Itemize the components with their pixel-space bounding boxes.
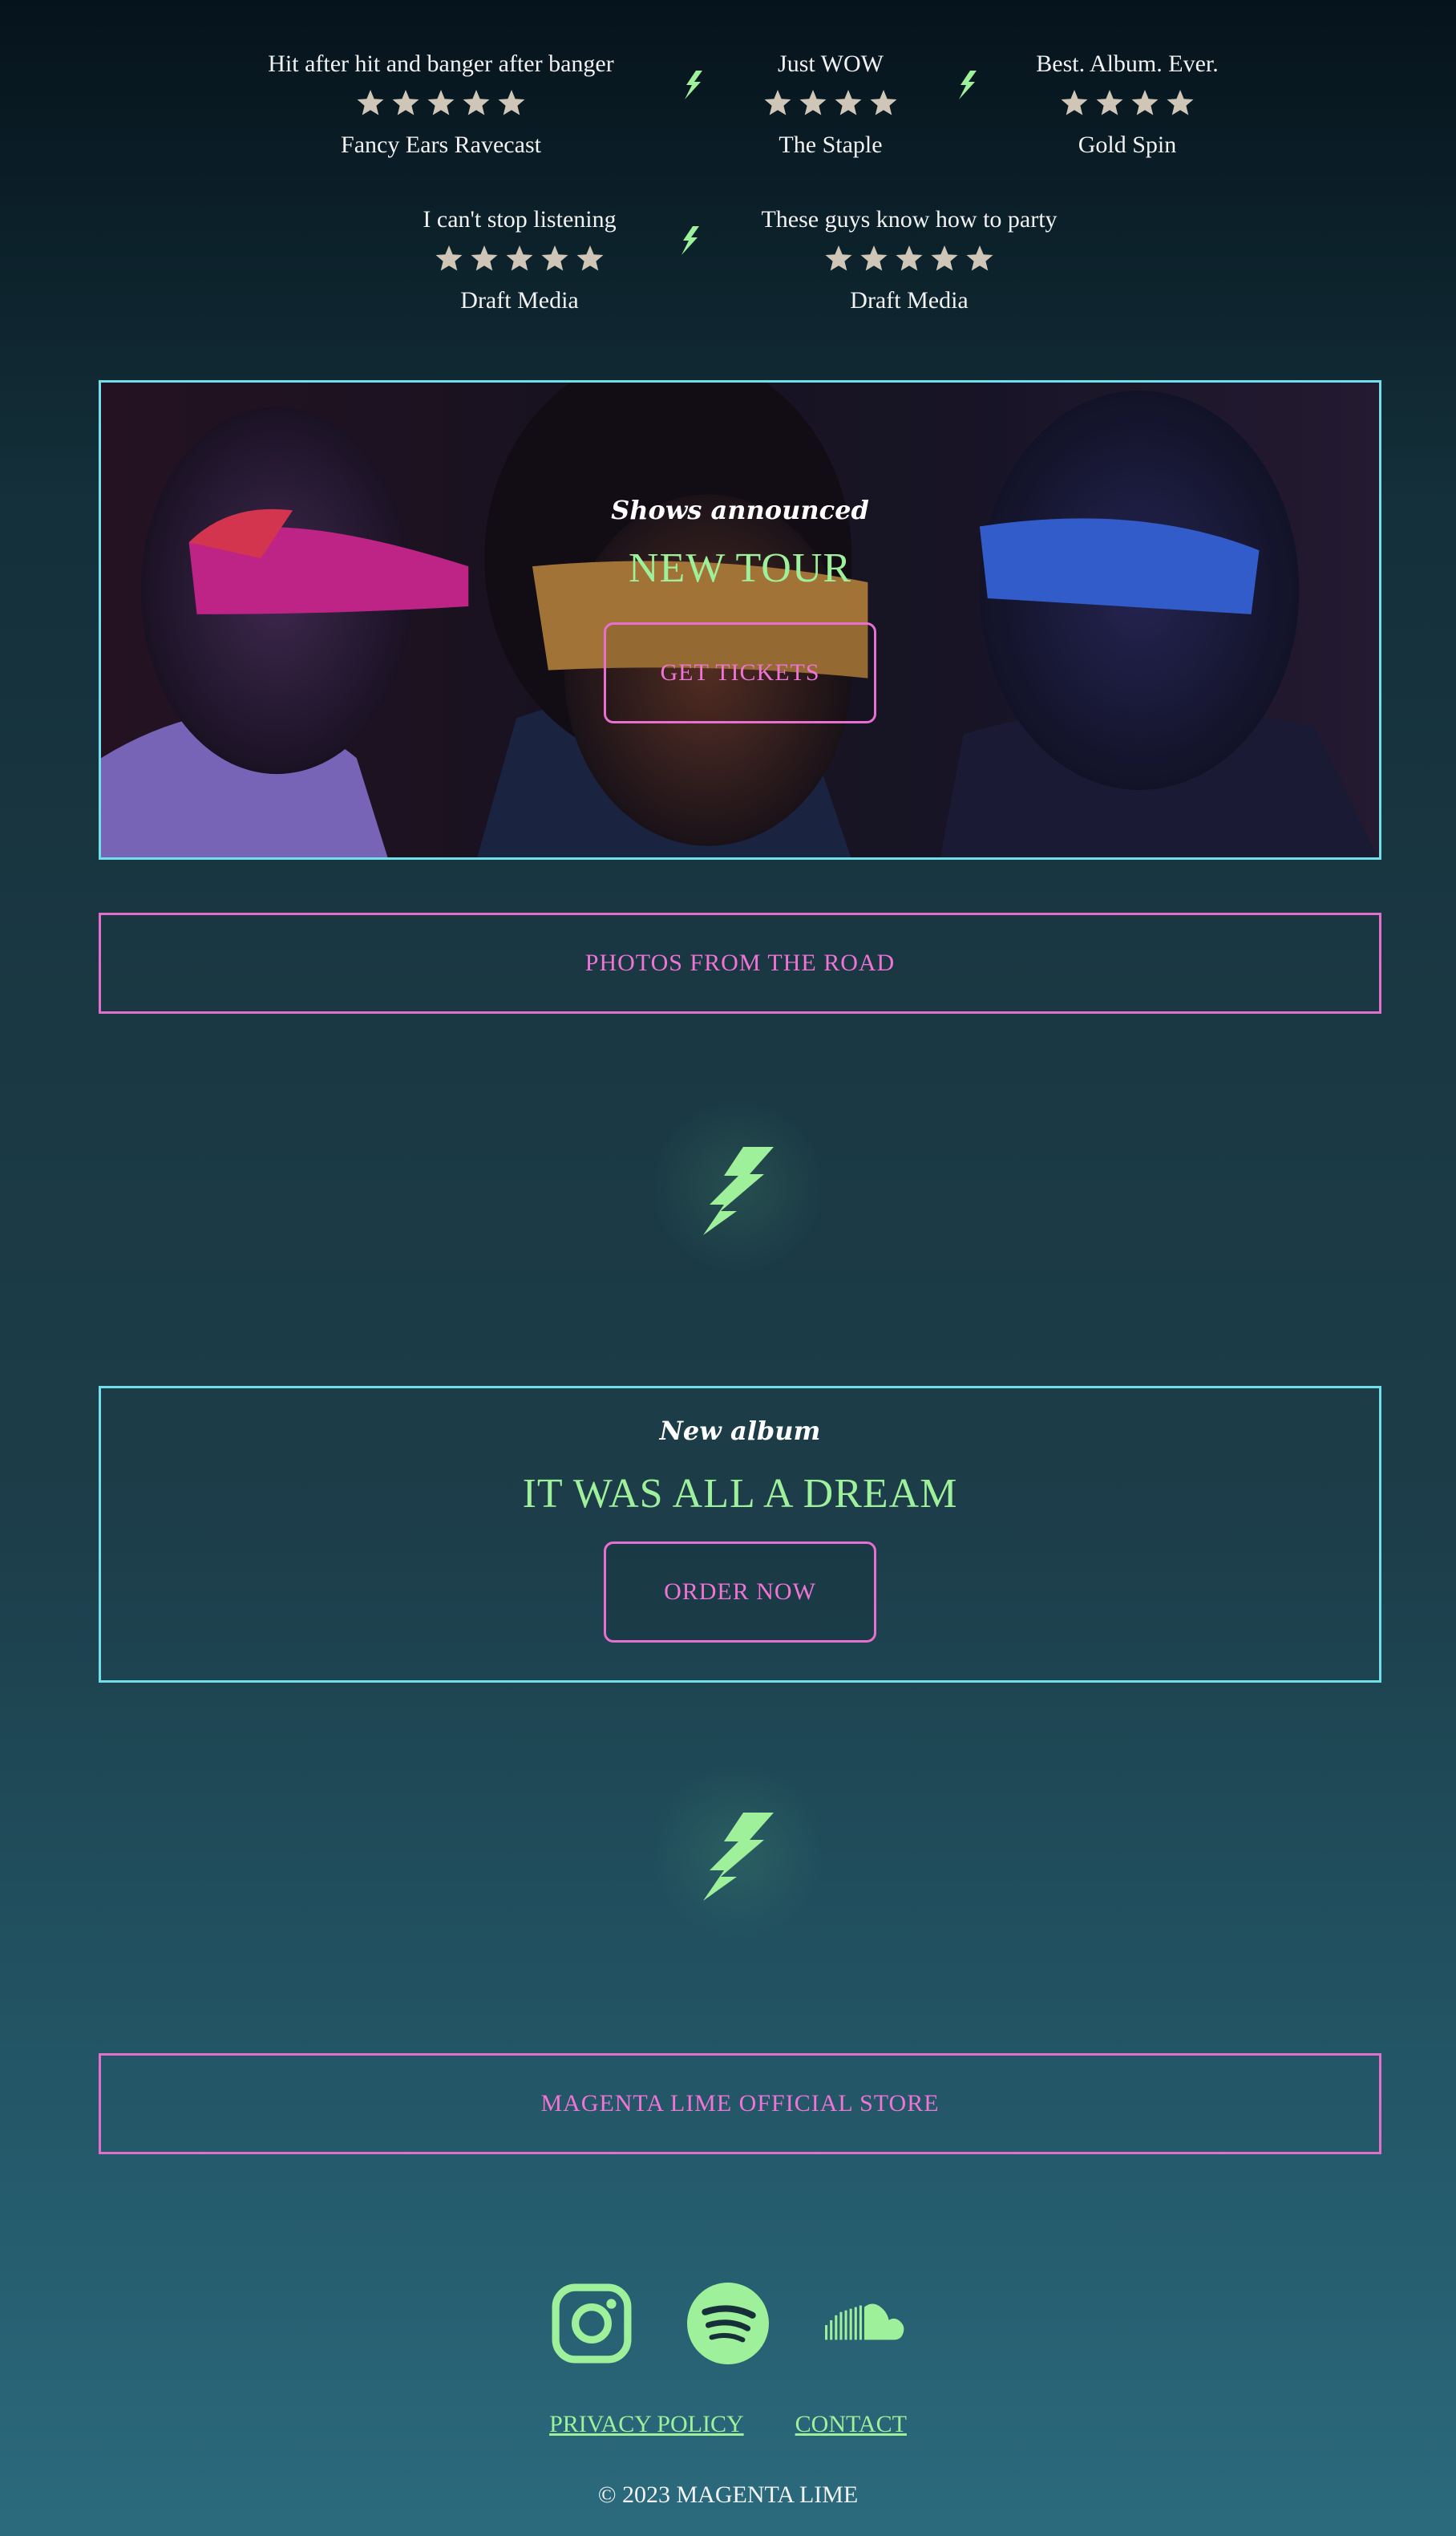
contact-link[interactable]: CONTACT — [795, 2411, 907, 2438]
star-icon — [541, 245, 568, 271]
lightning-bolt-icon — [703, 1147, 774, 1235]
star-icon — [860, 245, 888, 271]
rating-stars — [943, 88, 1312, 122]
star-icon — [835, 90, 862, 115]
order-now-button[interactable]: ORDER NOW — [604, 1541, 876, 1643]
lightning-bolt-icon — [703, 1813, 774, 1901]
star-icon — [463, 90, 490, 115]
star-icon — [799, 90, 827, 115]
rating-stars — [725, 244, 1094, 278]
star-icon — [870, 90, 897, 115]
social-links — [0, 2283, 1456, 2364]
star-icon — [498, 90, 525, 115]
star-icon — [471, 245, 498, 271]
review-card: I can't stop listening Draft Media — [335, 205, 704, 314]
tour-headline: NEW TOUR — [628, 545, 852, 591]
star-icon — [931, 245, 958, 271]
copyright: © 2023 MAGENTA LIME — [597, 2481, 859, 2508]
tour-hero-banner: Shows announced NEW TOUR GET TICKETS — [99, 380, 1381, 860]
star-icon — [1131, 90, 1159, 115]
review-quote: Hit after hit and banger after banger — [268, 51, 614, 77]
tour-content: Shows announced NEW TOUR GET TICKETS — [101, 495, 1379, 723]
star-icon — [1096, 90, 1123, 115]
privacy-policy-link[interactable]: PRIVACY POLICY — [549, 2411, 744, 2438]
star-icon — [427, 90, 455, 115]
review-quote: Best. Album. Ever. — [1036, 51, 1219, 77]
get-tickets-button[interactable]: GET TICKETS — [604, 622, 876, 723]
review-source: Draft Media — [460, 287, 579, 314]
star-icon — [825, 245, 852, 271]
star-icon — [1061, 90, 1088, 115]
star-icon — [392, 90, 419, 115]
review-source: Fancy Ears Ravecast — [341, 132, 541, 158]
star-icon — [896, 245, 923, 271]
star-icon — [1167, 90, 1194, 115]
star-icon — [576, 245, 604, 271]
rating-stars — [335, 244, 704, 278]
photos-from-the-road-button[interactable]: PHOTOS FROM THE ROAD — [99, 913, 1381, 1014]
spotify-icon[interactable] — [687, 2283, 769, 2364]
rating-stars — [257, 88, 625, 122]
album-kicker: New album — [659, 1416, 821, 1446]
page: Hit after hit and banger after banger Fa… — [0, 0, 1456, 2536]
footer-links: PRIVACY POLICY CONTACT — [0, 2411, 1456, 2438]
review-source: Draft Media — [850, 287, 969, 314]
lightning-bolt-icon — [681, 226, 699, 255]
review-card: Hit after hit and banger after banger Fa… — [257, 50, 625, 159]
star-icon — [966, 245, 993, 271]
new-album-panel: New album IT WAS ALL A DREAM ORDER NOW — [99, 1386, 1381, 1683]
instagram-icon[interactable] — [551, 2283, 633, 2364]
soundcloud-icon[interactable] — [823, 2283, 905, 2364]
star-icon — [357, 90, 384, 115]
review-source: Gold Spin — [1078, 132, 1177, 158]
star-icon — [764, 90, 791, 115]
star-icon — [506, 245, 533, 271]
album-headline: IT WAS ALL A DREAM — [522, 1471, 958, 1517]
review-card: Best. Album. Ever. Gold Spin — [943, 50, 1312, 159]
review-quote: These guys know how to party — [761, 206, 1058, 233]
review-quote: I can't stop listening — [423, 206, 617, 233]
official-store-button[interactable]: MAGENTA LIME OFFICIAL STORE — [99, 2053, 1381, 2154]
tour-kicker: Shows announced — [611, 495, 869, 525]
star-icon — [435, 245, 463, 271]
review-card: These guys know how to party Draft Media — [725, 205, 1094, 314]
